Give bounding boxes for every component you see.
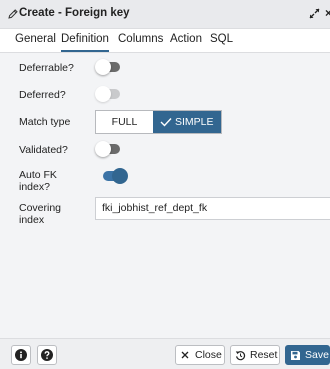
covering-index-label-line2: index	[19, 214, 45, 226]
tab-action[interactable]: Action	[170, 29, 202, 50]
save-button-label: Save	[305, 349, 329, 361]
auto-fk-index-label: Auto FK index?	[19, 169, 57, 193]
expand-icon[interactable]	[309, 8, 320, 19]
close-button[interactable]: Close	[175, 345, 225, 365]
tab-definition[interactable]: Definition	[61, 29, 109, 52]
info-button[interactable]	[11, 345, 31, 365]
validated-toggle[interactable]	[95, 141, 123, 157]
deferrable-toggle[interactable]	[95, 59, 123, 75]
covering-index-input[interactable]: fki_jobhist_ref_dept_fk	[95, 197, 330, 220]
deferred-toggle[interactable]	[95, 86, 123, 102]
auto-fk-index-label-line1: Auto FK	[19, 169, 57, 181]
reset-icon	[235, 351, 246, 361]
close-icon	[181, 351, 189, 359]
check-icon	[160, 118, 172, 127]
match-type-simple-label: SIMPLE	[175, 116, 214, 128]
toggle-knob	[95, 86, 111, 102]
toggle-knob	[95, 141, 111, 157]
info-icon	[15, 349, 27, 361]
deferred-label: Deferred?	[19, 89, 66, 101]
close-button-label: Close	[195, 349, 222, 361]
help-icon	[41, 349, 53, 361]
match-type-selector: FULL SIMPLE	[95, 110, 222, 134]
reset-button-label: Reset	[250, 349, 278, 361]
toggle-knob	[112, 168, 128, 184]
save-button[interactable]: Save	[285, 345, 330, 365]
validated-label: Validated?	[19, 144, 68, 156]
covering-index-label-line1: Covering	[19, 202, 62, 214]
tab-sql[interactable]: SQL	[210, 29, 233, 50]
tab-columns[interactable]: Columns	[118, 29, 163, 50]
toggle-knob	[95, 59, 111, 75]
match-type-label: Match type	[19, 116, 71, 128]
tab-general[interactable]: General	[15, 29, 56, 50]
dialog-footer: Close Reset Save	[0, 338, 330, 369]
reset-button[interactable]: Reset	[230, 345, 280, 365]
covering-index-label: Covering index	[19, 202, 61, 226]
tab-bar: General Definition Columns Action SQL	[0, 29, 330, 53]
dialog-titlebar[interactable]: Create - Foreign key ×	[0, 0, 330, 29]
auto-fk-index-toggle[interactable]	[100, 168, 128, 184]
save-icon	[291, 351, 300, 360]
match-type-full-option[interactable]: FULL	[96, 111, 153, 133]
deferrable-label: Deferrable?	[19, 62, 74, 74]
dialog-title: Create - Foreign key	[19, 7, 130, 19]
pencil-icon	[8, 9, 18, 19]
close-dialog-icon[interactable]: ×	[325, 6, 330, 20]
help-button[interactable]	[37, 345, 57, 365]
match-type-simple-option[interactable]: SIMPLE	[153, 111, 221, 133]
auto-fk-index-label-line2: index?	[19, 181, 50, 193]
